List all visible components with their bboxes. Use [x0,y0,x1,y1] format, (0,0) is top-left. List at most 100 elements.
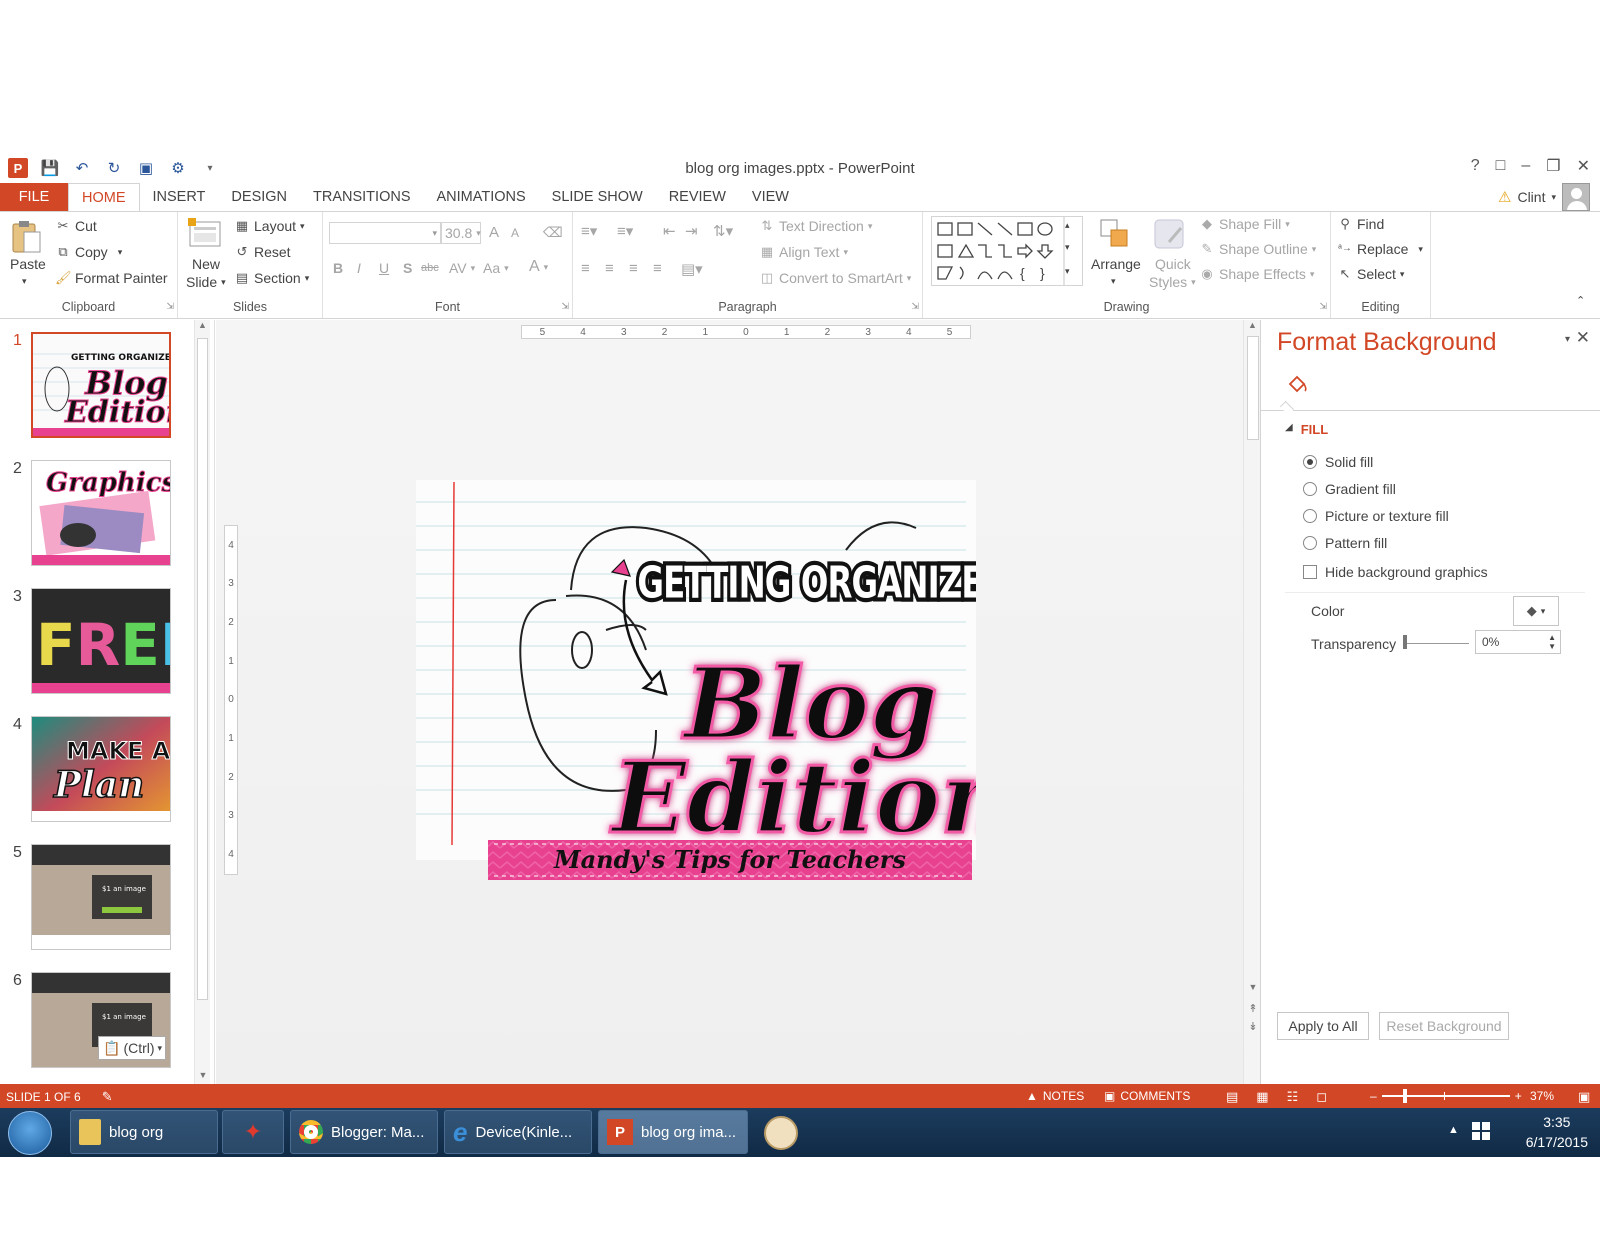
font-color-button[interactable]: A ▾ [529,258,548,276]
pattern-fill-option[interactable]: Pattern fill [1303,535,1387,551]
transparency-slider[interactable] [1403,635,1469,649]
slide-thumbnail-4[interactable]: MAKE A Plan [31,716,171,822]
hide-graphics-option[interactable]: Hide background graphics [1303,564,1488,580]
decrease-indent-icon[interactable]: ⇤ [663,222,676,240]
transparency-slider-thumb[interactable] [1403,635,1407,649]
picture-fill-option[interactable]: Picture or texture fill [1303,508,1449,524]
quick-styles-icon[interactable] [1153,218,1187,252]
shapes-scroll-down-icon[interactable]: ▾ [1065,242,1070,253]
tab-review[interactable]: REVIEW [656,183,739,211]
slide-thumbnail-2[interactable]: Graphics [31,460,171,566]
numbering-icon[interactable]: ≡▾ [617,222,633,240]
action-center-icon[interactable] [1472,1122,1490,1140]
zoom-out-icon[interactable]: – [1370,1089,1377,1103]
new-slide-icon[interactable] [188,218,222,250]
notes-button[interactable]: ▲ NOTES [1026,1089,1084,1103]
taskbar-ie[interactable]: e Device(Kinle... [444,1110,592,1154]
scroll-thumb[interactable] [1247,336,1259,440]
save-icon[interactable]: 💾 [40,158,60,178]
slide-editor-canvas[interactable]: 5 4 3 2 1 0 1 2 3 4 5 4 3 2 1 0 1 2 3 4 [216,320,1261,1084]
fill-bucket-icon[interactable] [1285,372,1309,396]
picture-fill-radio[interactable] [1303,509,1317,523]
tab-home[interactable]: HOME [68,183,140,211]
ribbon-display-options-icon[interactable]: □ [1496,157,1506,175]
arrange-button[interactable]: Arrange [1091,256,1141,272]
solid-fill-radio[interactable] [1303,455,1317,469]
touch-mode-icon[interactable]: ⚙ [168,158,188,178]
shrink-font-button[interactable]: A [511,226,519,240]
current-slide[interactable]: GETTING ORGANIZED: Blog Edition Mandy's … [416,480,1025,900]
cut-button[interactable]: ✂ Cut [55,218,97,234]
user-account[interactable]: ⚠ Clint ▾ [1498,183,1590,211]
char-spacing-button[interactable]: AV ▾ [449,260,475,276]
justify-icon[interactable]: ≡ [653,260,662,277]
tab-design[interactable]: DESIGN [218,183,300,211]
shape-outline-button[interactable]: ✎ Shape Outline ▾ [1199,241,1317,257]
shadow-button[interactable]: S [403,260,412,276]
windows-start-button[interactable] [8,1111,52,1155]
align-text-button[interactable]: ▦ Align Text ▾ [759,244,848,260]
copy-button[interactable]: ⧉ Copy ▾ [55,244,122,260]
thumbnails-scrollbar[interactable]: ▲ ▼ [194,320,210,1084]
close-button[interactable]: ✕ [1577,156,1590,176]
reset-button[interactable]: ↺ Reset [234,244,291,260]
zoom-slider[interactable]: – + [1370,1089,1522,1103]
paste-options-button[interactable]: 📋 (Ctrl) ▾ [98,1036,166,1060]
start-from-beginning-icon[interactable]: ▣ [136,158,156,178]
tab-slide-show[interactable]: SLIDE SHOW [539,183,656,211]
slide-show-icon[interactable]: ◻ [1316,1089,1327,1105]
comments-button[interactable]: ▣ COMMENTS [1104,1089,1190,1103]
pattern-fill-radio[interactable] [1303,536,1317,550]
reading-view-icon[interactable]: ☷ [1287,1089,1299,1105]
apply-to-all-button[interactable]: Apply to All [1277,1012,1369,1040]
line-spacing-icon[interactable]: ⇅▾ [713,222,733,240]
italic-button[interactable]: I [357,260,361,276]
scroll-thumb[interactable] [197,338,208,1000]
gradient-fill-option[interactable]: Gradient fill [1303,481,1396,497]
reset-background-button[interactable]: Reset Background [1379,1012,1509,1040]
text-direction-button[interactable]: ⇅ Text Direction ▾ [759,218,873,234]
taskbar-chrome[interactable]: Blogger: Ma... [290,1110,438,1154]
clear-formatting-icon[interactable]: ⌫ [543,224,563,241]
zoom-track[interactable] [1381,1089,1510,1103]
align-right-icon[interactable]: ≡ [629,260,638,277]
slide-thumbnail-3[interactable]: FREE [31,588,171,694]
slide-thumbnail-1[interactable]: GETTING ORGANIZED: Blog Edition [31,332,171,438]
columns-icon[interactable]: ▤▾ [681,260,703,278]
strikethrough-button[interactable]: abc [421,262,439,274]
shapes-more-icon[interactable]: ▾ [1065,266,1070,277]
customize-qat-icon[interactable]: ▾ [200,158,220,178]
format-painter-button[interactable]: 🖌 Format Painter [55,270,168,286]
scroll-up-icon[interactable]: ▲ [195,320,210,330]
underline-button[interactable]: U [379,260,389,276]
zoom-in-icon[interactable]: + [1515,1089,1522,1103]
paste-button[interactable]: Paste [10,256,46,272]
spell-check-icon[interactable]: ✎ [102,1089,113,1105]
slide-sorter-icon[interactable]: ▦ [1256,1089,1268,1105]
taskbar-explorer[interactable]: blog org [70,1110,218,1154]
canvas-scrollbar[interactable]: ▲ ▼ ↟ ↡ [1243,320,1261,1084]
tab-transitions[interactable]: TRANSITIONS [300,183,423,211]
align-center-icon[interactable]: ≡ [605,260,614,277]
dialog-launcher-icon[interactable]: ⇲ [561,301,569,312]
fill-section-header[interactable]: ◢ FILL [1285,422,1328,437]
collapse-ribbon-icon[interactable]: ⌃ [1576,294,1585,307]
taskbar-acrobat[interactable]: ✦ [222,1110,284,1154]
color-picker-button[interactable]: ◆ ▾ [1513,596,1559,626]
change-case-button[interactable]: Aa ▾ [483,260,509,276]
bullets-icon[interactable]: ≡▾ [581,222,597,240]
shape-effects-button[interactable]: ◉ Shape Effects ▾ [1199,266,1314,282]
undo-icon[interactable]: ↶ [72,158,92,178]
dialog-launcher-icon[interactable]: ⇲ [166,301,174,312]
slide-info[interactable]: SLIDE 1 OF 6 ✎ [6,1089,113,1105]
shapes-gallery[interactable]: {} [931,216,1083,286]
layout-button[interactable]: ▦ Layout ▾ [234,218,305,234]
convert-smartart-button[interactable]: ◫ Convert to SmartArt ▾ [759,270,911,286]
solid-fill-option[interactable]: Solid fill [1303,454,1373,470]
shape-fill-button[interactable]: ◆ Shape Fill ▾ [1199,216,1290,232]
section-button[interactable]: ▤ Section ▾ [234,270,309,286]
scroll-up-icon[interactable]: ▲ [1244,320,1261,330]
help-button[interactable]: ? [1471,157,1480,175]
paste-icon[interactable] [10,218,42,256]
fit-slide-icon[interactable]: ▣ [1578,1089,1590,1105]
